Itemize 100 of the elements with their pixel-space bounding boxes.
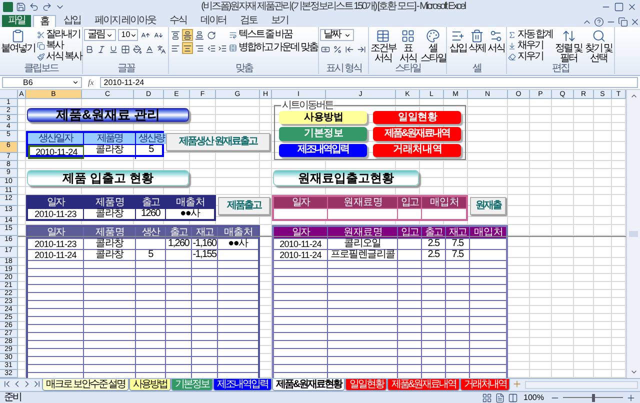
window-title: (비즈폼)원자재 제품관리(기본정보리스트 150개) [호환 모드] - Microsoft Excel (200, 2, 466, 12)
scroll-thumb[interactable] (629, 231, 638, 237)
conditional-format-button[interactable]: 조건부 서식 (370, 29, 396, 64)
middle-align-icon[interactable] (182, 29, 194, 41)
sheet-link-button[interactable]: 기 본 정 보 (279, 127, 367, 141)
insert-button[interactable]: 삽입 (448, 29, 468, 54)
number-format-dropdown[interactable]: 날짜 (320, 29, 354, 41)
close-icon[interactable] (627, 2, 637, 12)
table-cell: 7.5 (446, 250, 470, 260)
delete-button[interactable]: 삭제 (467, 29, 486, 54)
table-format-icon (400, 29, 415, 43)
function-label[interactable]: fx (85, 76, 97, 88)
sheet-link-button[interactable]: 일 일 현 황 (373, 111, 461, 124)
macro-button[interactable]: 제품생산 원재료출고 (166, 133, 270, 151)
ribbon-tab[interactable]: 페이지 레이아웃 (88, 15, 162, 27)
macro-button[interactable]: 원재출 (470, 197, 506, 215)
orientation-icon[interactable] (206, 29, 218, 41)
section-banner: 제품 입출고 현황 (27, 170, 189, 186)
undo-icon[interactable] (29, 2, 39, 12)
cut-button[interactable]: 잘라내기 (37, 29, 82, 40)
paste-button[interactable]: 붙여넣기 (1, 29, 35, 62)
help-icon[interactable] (594, 17, 604, 27)
name-box[interactable]: B6 (2, 77, 82, 88)
merge-center-button[interactable]: 병합하고 가운데 맞춤 (229, 42, 318, 53)
column-header: 출고 (422, 227, 446, 238)
sheet-tab[interactable]: 제조내역입력 (213, 379, 272, 391)
table-cell: 2010-11-24 (274, 239, 328, 249)
percent-icon[interactable] (332, 43, 344, 55)
find-select-button[interactable]: 찾기 및 선택 (584, 29, 613, 64)
ribbon-tab[interactable]: 보기 (264, 15, 294, 27)
column-header: 출고 (136, 197, 166, 208)
close-icon[interactable] (630, 17, 640, 27)
vertical-scrollbar[interactable] (626, 90, 640, 378)
sheet-tab[interactable]: 제품&원재료현황 (272, 379, 346, 391)
fill-button[interactable]: 채우기 (508, 40, 553, 51)
sort-filter-icon (562, 29, 576, 43)
scroll-down-icon[interactable] (630, 368, 638, 376)
sheet-link-button[interactable]: 제품&원재료내역 (373, 127, 461, 141)
ribbon-tab[interactable]: 데이터 (194, 15, 232, 27)
sheet-link-button[interactable]: 거 래 처 내 역 (373, 144, 461, 157)
restore-icon[interactable] (618, 17, 628, 27)
maximize-icon[interactable] (614, 2, 624, 12)
delete-icon (470, 29, 484, 43)
autosum-button[interactable]: 자동 합계 (508, 29, 553, 40)
table-cell: -1,160 (192, 239, 218, 249)
border-icon[interactable] (120, 43, 132, 55)
cell-style-button[interactable]: 셀 스타일 (420, 29, 446, 64)
page-layout-icon[interactable] (494, 392, 505, 402)
sheet-link-button[interactable]: 사 용 방 법 (279, 111, 367, 124)
bottom-align-icon[interactable] (194, 29, 206, 41)
sheet-tab[interactable]: 제품&원재료내역 (387, 379, 460, 391)
page-break-icon[interactable] (508, 392, 518, 402)
font-dropdown[interactable]: 굴림 (84, 29, 116, 41)
fill-color-icon[interactable] (132, 43, 144, 55)
wrap-text-button[interactable]: 텍스트 줄 바꿈 (229, 29, 318, 40)
table-format-button[interactable]: 표 서식 (395, 29, 420, 64)
top-align-icon[interactable] (170, 29, 182, 41)
cut-icon (37, 30, 45, 38)
merge-center-icon (229, 44, 238, 52)
table-cell: 7.5 (446, 239, 470, 249)
normal-view-icon[interactable] (482, 392, 492, 402)
underline-icon[interactable] (108, 43, 120, 55)
scroll-up-icon[interactable] (630, 92, 638, 100)
copy-button[interactable]: 복사 (37, 40, 82, 51)
table-cell: 콜라창 (84, 145, 136, 159)
align-center-icon[interactable] (182, 42, 194, 54)
table-cell: 5 (136, 250, 166, 260)
sort-filter-button[interactable]: 정렬 및 필터 (554, 29, 583, 64)
group-label: 글꼴 (117, 64, 134, 74)
ribbon-tab[interactable]: 삽입 (58, 15, 86, 27)
zoom-slider[interactable] (563, 394, 623, 402)
ribbon-tab[interactable]: 홈 (33, 15, 56, 27)
format-painter-button[interactable]: 서식 복사 (37, 51, 82, 62)
italic-icon[interactable] (96, 43, 108, 55)
sheet-tab[interactable]: 사용방법 (129, 379, 172, 391)
formula-field[interactable]: 2010-11-24 (100, 77, 638, 88)
redo-icon[interactable] (42, 2, 52, 12)
ribbon-tab[interactable]: 검토 (234, 15, 263, 27)
sheet-tab[interactable]: 거래처내역 (460, 379, 510, 391)
zoom-in-icon[interactable] (626, 392, 636, 402)
clear-button[interactable]: 지우기 (508, 51, 553, 62)
sheet-tab[interactable]: 기본정보 (171, 379, 214, 391)
sheet-tab[interactable]: 매크로 보안수준 설명 (42, 379, 130, 391)
save-icon[interactable] (16, 2, 26, 12)
slider-thumb[interactable] (592, 394, 594, 402)
first-sheet-icon[interactable] (2, 379, 12, 389)
font-size-dropdown[interactable]: 10 (118, 29, 138, 41)
ribbon-tab[interactable]: 수식 (163, 15, 192, 27)
horizontal-scrollbar[interactable] (525, 381, 638, 389)
cell-style-icon (426, 29, 440, 43)
zoom-percent[interactable]: 100% (520, 392, 547, 403)
conditional-format-icon (376, 29, 390, 43)
macro-button[interactable]: 제품출고 (218, 197, 270, 215)
sheet-tab[interactable]: 일일현황 (345, 379, 388, 391)
last-sheet-icon[interactable] (32, 379, 42, 389)
format-button[interactable]: 서식 (486, 29, 506, 54)
bold-icon[interactable] (84, 43, 96, 55)
sheet-link-button[interactable]: 제조내역입력 (279, 144, 367, 157)
ribbon-tab[interactable]: 파일 (2, 15, 31, 27)
column-header: 재고 (192, 227, 218, 238)
